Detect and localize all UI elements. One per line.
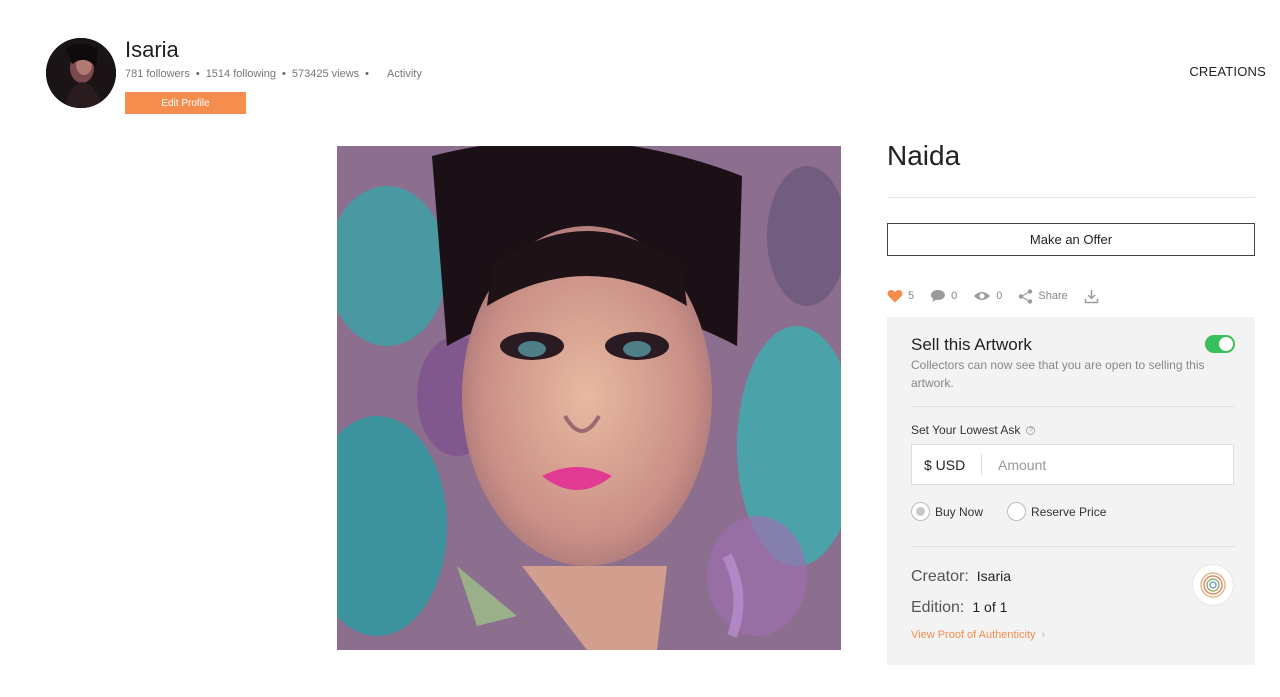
buy-now-radio[interactable]: Buy Now [911, 502, 983, 521]
edition-line: Edition: 1 of 1 [911, 599, 1007, 617]
divider [911, 546, 1235, 547]
lowest-ask-text: Set Your Lowest Ask [911, 423, 1021, 437]
edit-profile-button[interactable]: Edit Profile [125, 92, 246, 114]
views-count: 573425 views [291, 68, 360, 80]
separator-dot: • [195, 68, 200, 80]
toggle-knob [1219, 337, 1233, 351]
creations-nav-link[interactable]: CREATIONS [1189, 64, 1266, 79]
action-bar: 5 0 0 Share [887, 286, 1120, 306]
views-count: 0 [996, 290, 1003, 302]
like-button[interactable]: 5 [887, 289, 914, 303]
sell-title: Sell this Artwork [911, 335, 1032, 354]
fingerprint-icon[interactable] [1192, 564, 1234, 606]
edition-value: 1 of 1 [972, 599, 1008, 615]
price-type-options: Buy Now Reserve Price [911, 502, 1130, 521]
following-count[interactable]: 1514 following [206, 68, 276, 80]
comments-count: 0 [951, 290, 958, 302]
divider [887, 197, 1255, 198]
currency-label: $ USD [912, 454, 982, 475]
creator-label: Creator: [911, 568, 969, 585]
separator-dot: • [365, 68, 370, 80]
followers-count[interactable]: 781 followers [125, 68, 190, 80]
share-icon [1019, 288, 1033, 304]
comment-button[interactable]: 0 [930, 289, 957, 303]
views-indicator: 0 [973, 290, 1002, 302]
eye-icon [974, 292, 991, 300]
chevron-right-icon: › [1041, 629, 1046, 641]
likes-count: 5 [908, 290, 915, 302]
reserve-price-radio[interactable]: Reserve Price [1007, 502, 1106, 521]
profile-stats: 781 followers • 1514 following • 573425 … [125, 68, 422, 80]
edition-label: Edition: [911, 599, 965, 616]
make-offer-button[interactable]: Make an Offer [887, 223, 1255, 256]
divider [911, 406, 1235, 407]
radio-circle [911, 502, 930, 521]
activity-link[interactable]: Activity [387, 68, 422, 80]
proof-of-authenticity-link[interactable]: View Proof of Authenticity › [911, 629, 1045, 641]
download-button[interactable] [1084, 289, 1104, 304]
lowest-ask-field: $ USD [911, 444, 1234, 485]
sell-artwork-panel: Sell this Artwork Collectors can now see… [887, 317, 1255, 665]
comment-icon [931, 290, 946, 302]
reserve-price-label: Reserve Price [1031, 504, 1107, 519]
lowest-ask-label: Set Your Lowest Ask ? [911, 423, 1036, 437]
separator-dot: • [282, 68, 286, 80]
share-label: Share [1038, 290, 1068, 302]
heart-icon [887, 289, 903, 303]
sell-toggle[interactable] [1205, 335, 1235, 353]
amount-input[interactable] [982, 445, 1233, 484]
sell-description: Collectors can now see that you are open… [911, 358, 1205, 390]
avatar[interactable] [46, 38, 116, 108]
creator-value[interactable]: Isaria [977, 568, 1011, 584]
artwork-title: Naida [887, 140, 961, 171]
buy-now-label: Buy Now [935, 504, 984, 519]
profile-username: Isaria [125, 37, 179, 62]
download-icon [1084, 289, 1098, 303]
share-button[interactable]: Share [1018, 288, 1068, 304]
proof-link-text: View Proof of Authenticity [911, 629, 1036, 641]
help-icon[interactable]: ? [1026, 425, 1036, 435]
creator-line: Creator: Isaria [911, 568, 1011, 586]
radio-circle [1007, 502, 1027, 521]
artwork-image[interactable] [337, 146, 841, 650]
